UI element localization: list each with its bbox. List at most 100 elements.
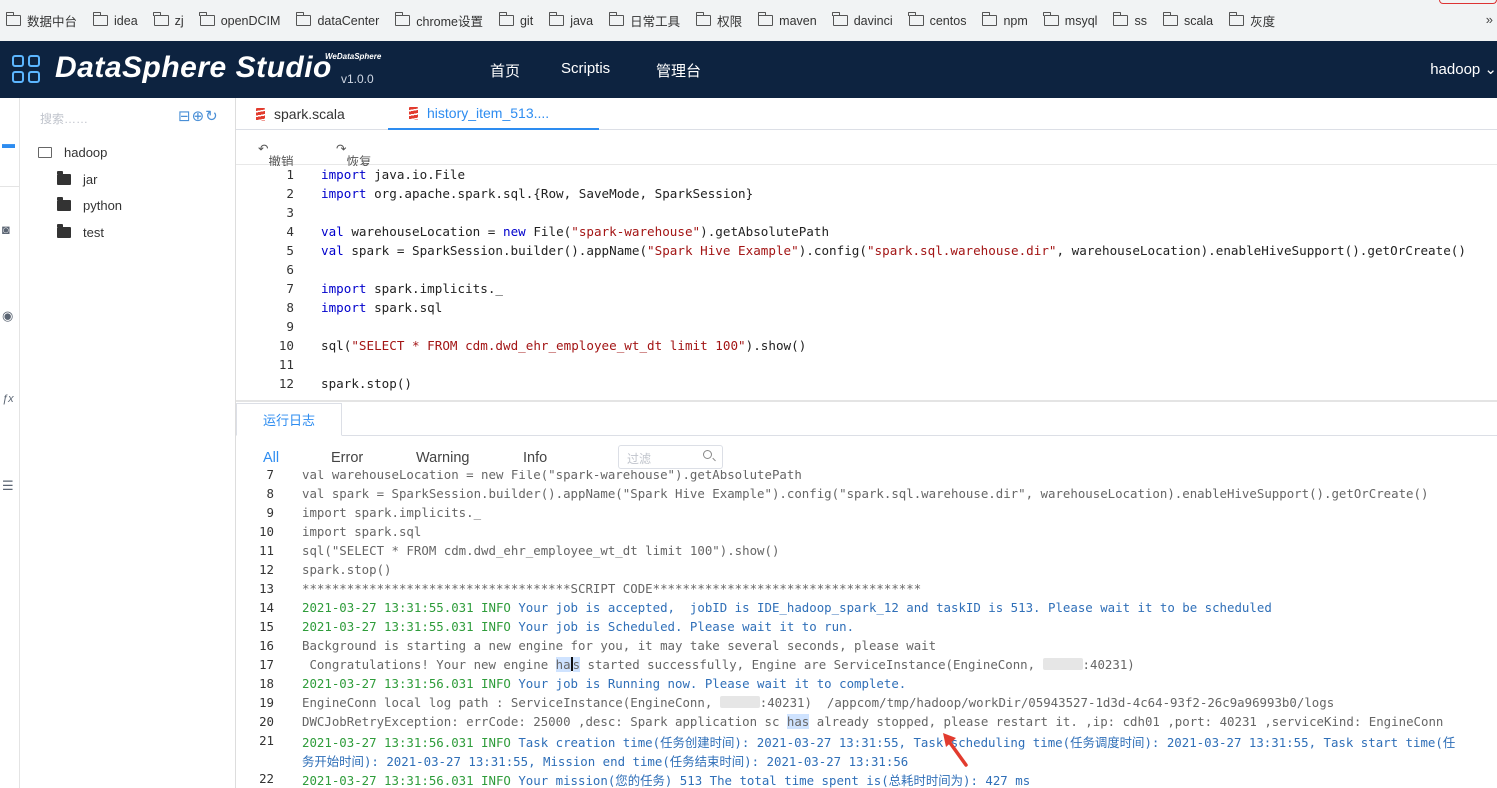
bookmark-item[interactable]: git: [498, 12, 533, 28]
database-icon[interactable]: ◙: [2, 222, 10, 237]
code-text: import spark.implicits._: [321, 281, 503, 296]
nav-home[interactable]: 首页: [490, 60, 520, 81]
code-text: sql("SELECT * FROM cdm.dwd_ehr_employee_…: [321, 338, 807, 353]
code-line[interactable]: 8 import spark.sql: [236, 300, 1497, 319]
log-line-number: 14: [259, 600, 274, 615]
tree-item-python[interactable]: python: [57, 197, 122, 213]
log-text: spark.stop(): [302, 562, 392, 577]
undo-button[interactable]: ↶ 撤销: [258, 141, 294, 169]
log-text: Congratulations! Your new engine ha s sta…: [302, 657, 1135, 672]
filter-info[interactable]: Info: [523, 450, 547, 466]
folder-icon: [548, 12, 565, 26]
log-line: 17 Congratulations! Your new engine ha s …: [236, 657, 1497, 676]
log-text: Background is starting a new engine for …: [302, 638, 937, 653]
folder-icon: [608, 12, 625, 26]
line-number: 11: [278, 357, 294, 372]
line-number: 3: [286, 205, 294, 220]
code-line[interactable]: 5 val spark = SparkSession.builder().appN…: [236, 243, 1497, 262]
log-line: 21 2021-03-27 13:31:56.031 INFO Task crea…: [236, 733, 1497, 752]
bookmark-item[interactable]: 灰度: [1228, 11, 1275, 30]
filter-error[interactable]: Error: [331, 450, 363, 466]
bookmark-item[interactable]: 数据中台: [5, 11, 77, 30]
log-text: ************************************SCRI…: [302, 581, 922, 596]
folder-icon[interactable]: ▬: [2, 136, 15, 151]
redo-button[interactable]: ↷ 恢复: [336, 141, 372, 169]
code-line[interactable]: 6: [236, 262, 1497, 281]
folder-icon: [908, 12, 924, 26]
folder-icon: [1228, 12, 1245, 26]
code-line[interactable]: 2 import org.apache.spark.sql.{Row, SaveM…: [236, 186, 1497, 205]
folder-icon: [5, 12, 21, 26]
log-filter-input[interactable]: 过滤: [618, 445, 723, 469]
logo-small-text: WeDataSphere: [325, 52, 382, 61]
app-logo[interactable]: DataSphere Studio: [55, 51, 332, 85]
code-line[interactable]: 12 spark.stop(): [236, 376, 1497, 395]
logo-grid-icon: [12, 55, 42, 85]
bookmark-item[interactable]: scala: [1162, 12, 1213, 28]
bookmark-item[interactable]: maven: [757, 12, 817, 28]
code-line[interactable]: 4 val warehouseLocation = new File("spark…: [236, 224, 1497, 243]
bookmark-item[interactable]: idea: [92, 12, 138, 28]
log-line: 8 val spark = SparkSession.builder().appN…: [236, 486, 1497, 505]
log-line-number: 11: [259, 543, 274, 558]
filter-warning[interactable]: Warning: [416, 450, 469, 466]
code-line[interactable]: 1 import java.io.File: [236, 167, 1497, 186]
bookmark-item[interactable]: centos: [908, 12, 966, 28]
bookmark-item[interactable]: msyql: [1043, 12, 1097, 28]
log-text: 务开始时间): 2021-03-27 13:31:55, Mission end…: [302, 754, 909, 769]
code-line[interactable]: 3: [236, 205, 1497, 224]
code-editor[interactable]: 1 import java.io.File 2 import org.apache.s…: [236, 166, 1497, 400]
log-line: 11 sql("SELECT * FROM cdm.dwd_ehr_employe…: [236, 543, 1497, 562]
log-line-number: 19: [259, 695, 274, 710]
bookmark-item[interactable]: dataCenter: [296, 12, 379, 28]
bookmark-item[interactable]: java: [548, 12, 593, 28]
tree-item-test[interactable]: test: [57, 224, 104, 240]
log-line: 16 Background is starting a new engine fo…: [236, 638, 1497, 657]
code-text: import org.apache.spark.sql.{Row, SaveMo…: [321, 186, 754, 201]
code-line[interactable]: 11: [236, 357, 1497, 376]
folder-icon: [153, 12, 169, 26]
tree-tools[interactable]: ⊟⊕↻: [178, 107, 219, 125]
filter-all[interactable]: All: [263, 450, 279, 466]
bookmark-item[interactable]: davinci: [832, 12, 893, 28]
log-line-number: 17: [259, 657, 274, 672]
target-icon[interactable]: ◉: [2, 308, 13, 324]
bookmark-item[interactable]: ss: [1113, 12, 1147, 28]
side-rail: ▬ ◙ ◉ ƒx ☰: [0, 98, 20, 788]
bookmark-item[interactable]: npm: [982, 12, 1028, 28]
bookmark-item[interactable]: zj: [153, 12, 184, 28]
folder-icon: [982, 12, 998, 26]
function-icon[interactable]: ƒx: [2, 393, 14, 405]
log-line: 务开始时间): 2021-03-27 13:31:55, Mission end…: [236, 752, 1497, 771]
nav-console[interactable]: 管理台: [656, 60, 701, 81]
list-icon[interactable]: ☰: [2, 478, 14, 494]
log-text: DWCJobRetryException: errCode: 25000 ,de…: [302, 714, 1444, 729]
app-header: DataSphere Studio WeDataSphere v1.0.0 首页…: [0, 41, 1497, 98]
tree-root-hadoop[interactable]: hadoop: [38, 145, 107, 160]
bookmark-item[interactable]: openDCIM: [199, 12, 280, 28]
tab-history-item[interactable]: history_item_513....: [388, 98, 599, 130]
log-line: 13 ************************************SC…: [236, 581, 1497, 600]
code-line[interactable]: 7 import spark.implicits._: [236, 281, 1497, 300]
bookmark-item[interactable]: 权限: [695, 11, 742, 30]
tree-search-input[interactable]: 搜索……: [40, 110, 88, 127]
log-line: 18 2021-03-27 13:31:56.031 INFO Your job …: [236, 676, 1497, 695]
log-text: EngineConn local log path : ServiceInsta…: [302, 695, 1335, 710]
app-version: v1.0.0: [341, 72, 374, 86]
user-menu[interactable]: hadoop ⌄: [1430, 60, 1497, 78]
log-text: 2021-03-27 13:31:56.031 INFO Your job is…: [302, 676, 907, 691]
tab-spark-scala[interactable]: spark.scala: [256, 98, 345, 130]
code-line[interactable]: 10 sql("SELECT * FROM cdm.dwd_ehr_employe…: [236, 338, 1497, 357]
bookmark-item[interactable]: chrome设置: [394, 11, 483, 30]
bookmark-item[interactable]: 日常工具: [608, 11, 680, 30]
tab-run-log[interactable]: 运行日志: [236, 403, 342, 436]
profile-button-edge[interactable]: [1439, 0, 1497, 4]
log-line: 14 2021-03-27 13:31:55.031 INFO Your job …: [236, 600, 1497, 619]
code-line[interactable]: 9: [236, 319, 1497, 338]
bookmarks-more-button[interactable]: »: [1486, 12, 1493, 27]
nav-scriptis[interactable]: Scriptis: [561, 60, 610, 77]
log-line-number: 20: [259, 714, 274, 729]
editor-toolbar: ↶ 撤销 ↷ 恢复: [236, 131, 1497, 169]
tree-item-jar[interactable]: jar: [57, 171, 97, 187]
log-output[interactable]: 7 val warehouseLocation = new File("spark…: [236, 470, 1497, 788]
